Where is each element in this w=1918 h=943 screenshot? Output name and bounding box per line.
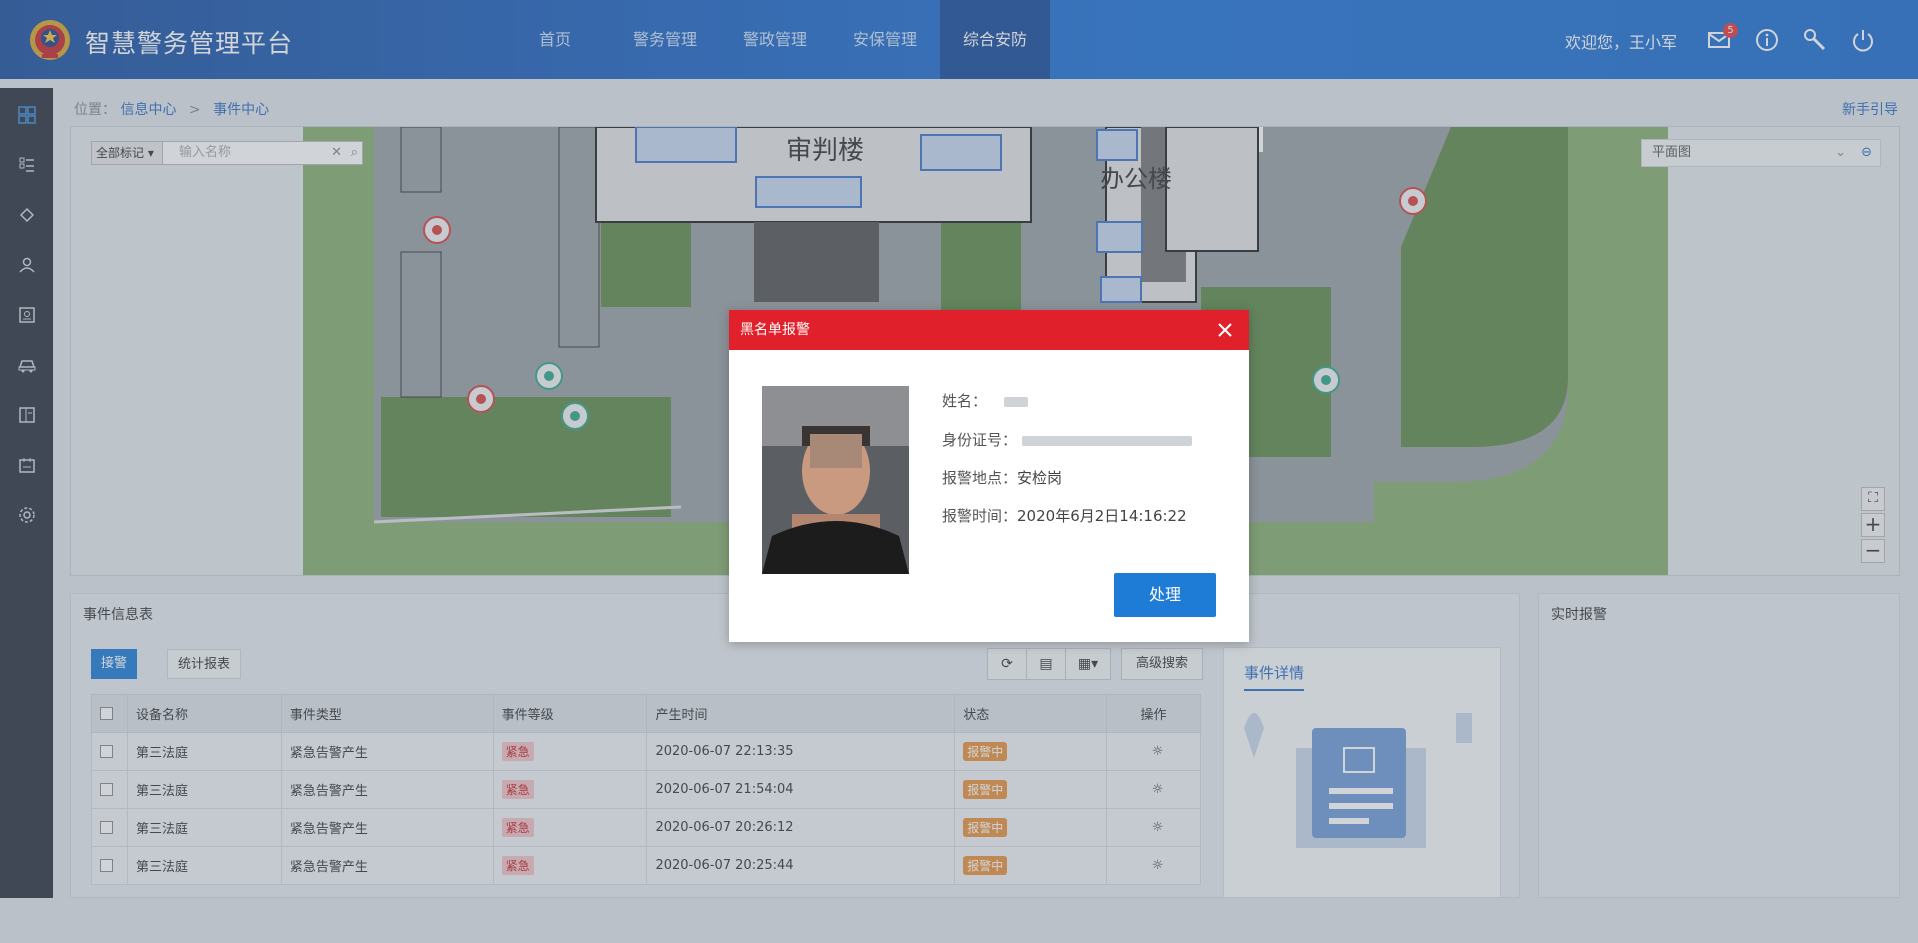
location-label: 报警地点： [942,469,1018,487]
time-value: 2020年6月2日14:16:22 [1017,507,1187,525]
suspect-photo [762,386,909,574]
blacklist-alarm-dialog: 黑名单报警 姓名： 身份证号： 报警地点：安检岗 报警时间：2020年6月2日1… [729,310,1249,642]
dialog-header: 黑名单报警 [729,310,1249,350]
dialog-title: 黑名单报警 [740,322,810,338]
location-value: 安检岗 [1017,469,1063,487]
location-row: 报警地点：安检岗 [942,467,1062,488]
process-button[interactable]: 处理 [1114,573,1216,617]
time-row: 报警时间：2020年6月2日14:16:22 [942,505,1187,526]
name-row: 姓名： [942,390,1028,411]
name-label: 姓名： [942,392,988,410]
time-label: 报警时间： [942,507,1018,525]
id-row: 身份证号： [942,429,1192,450]
redacted-id [1021,435,1192,446]
close-icon[interactable] [1217,322,1233,338]
redacted-name [1003,396,1028,407]
id-label: 身份证号： [942,431,1018,449]
